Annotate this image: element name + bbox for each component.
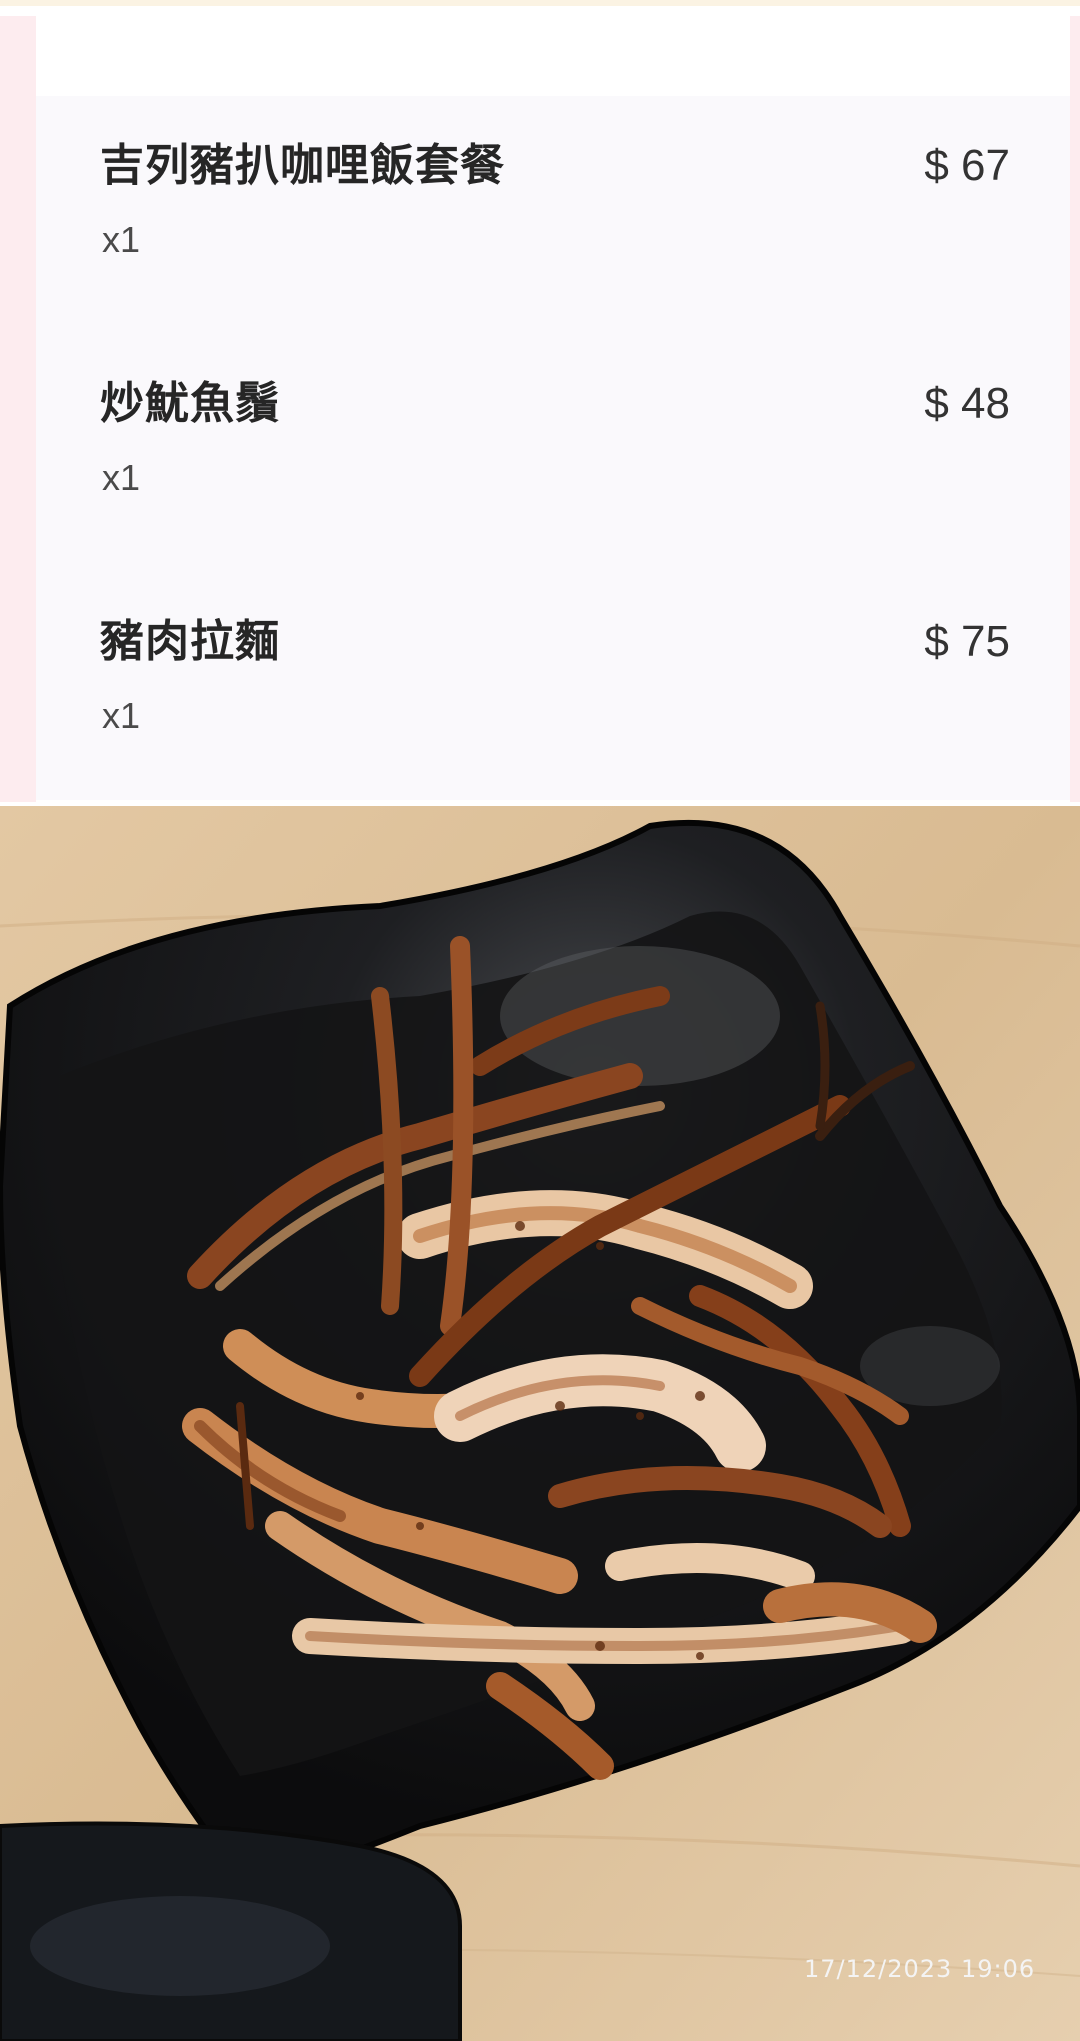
item-quantity: x1 [102, 695, 141, 736]
item-name: 吉列豬扒咖哩飯套餐 [100, 140, 505, 191]
receipt-card-header [36, 12, 1070, 96]
receipt-edge-left [0, 16, 36, 802]
food-photo [0, 806, 1080, 2041]
item-quantity: x1 [102, 219, 141, 260]
item-name: 豬肉拉麵 [100, 616, 280, 667]
receipt-edge-right [1070, 16, 1080, 802]
order-item-cutlet-curry-set[interactable]: 吉列豬扒咖哩飯套餐 $ 67 x1 [100, 138, 1010, 288]
item-price: $ 67 [924, 141, 1010, 190]
order-item-list: 吉列豬扒咖哩飯套餐 $ 67 x1 炒魷魚鬚 $ 48 x1 豬肉拉麵 $ 75… [36, 96, 1070, 800]
item-price: $ 75 [924, 617, 1010, 666]
item-price: $ 48 [924, 379, 1010, 428]
order-item-pork-ramen[interactable]: 豬肉拉麵 $ 75 x1 [100, 614, 1010, 764]
order-receipt: 吉列豬扒咖哩飯套餐 $ 67 x1 炒魷魚鬚 $ 48 x1 豬肉拉麵 $ 75… [0, 6, 1080, 802]
order-item-fried-squid-tentacles[interactable]: 炒魷魚鬚 $ 48 x1 [100, 376, 1010, 526]
item-quantity: x1 [102, 457, 141, 498]
item-name: 炒魷魚鬚 [100, 378, 280, 429]
photo-timestamp: 17/12/2023 19:06 [804, 1955, 1036, 1983]
